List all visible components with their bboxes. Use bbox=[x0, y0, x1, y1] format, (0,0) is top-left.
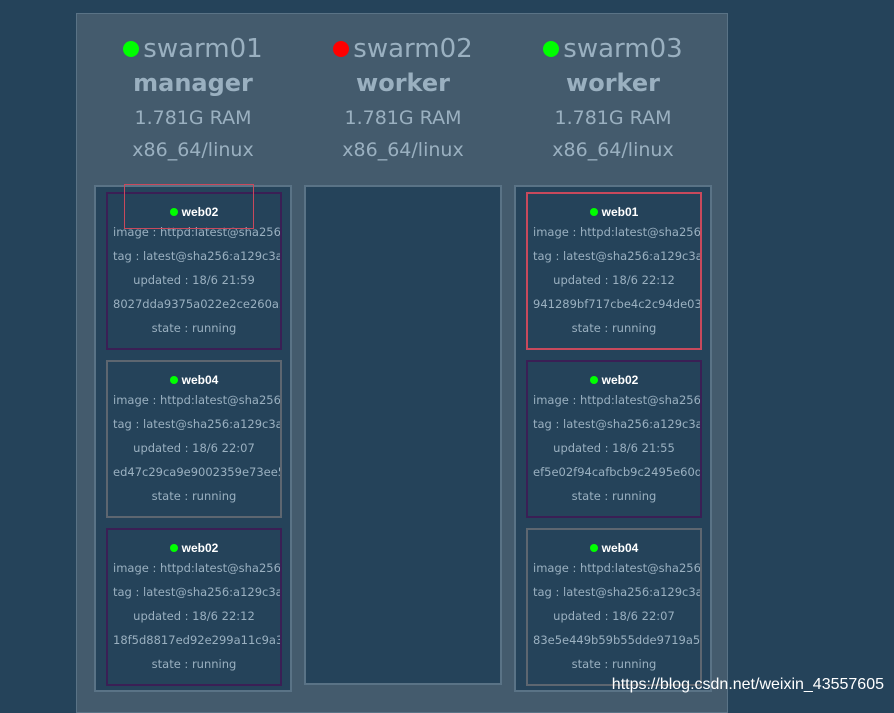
task-tag: tag : latest@sha256:a129c3a74 bbox=[113, 585, 282, 599]
task-card[interactable]: web04 image : httpd:latest@sha256:a tag … bbox=[526, 528, 702, 686]
watermark-url: https://blog.csdn.net/weixin_43557605 bbox=[611, 676, 884, 693]
task-updated: updated : 18/6 22:07 bbox=[553, 609, 675, 623]
node-role: worker bbox=[356, 69, 450, 97]
node-header-swarm01: swarm01 manager 1.781G RAM x86_64/linux bbox=[88, 32, 298, 161]
task-running-icon bbox=[169, 544, 178, 552]
task-name: web02 bbox=[601, 373, 639, 387]
status-online-icon bbox=[123, 41, 140, 57]
node-role: worker bbox=[566, 69, 660, 97]
node-name-row: swarm02 bbox=[298, 32, 508, 66]
task-image: image : httpd:latest@sha256:a bbox=[533, 561, 702, 575]
task-id: 83e5e449b59b55dde9719a5b7 bbox=[533, 633, 702, 647]
task-id: ed47c29ca9e9002359e73ee56 bbox=[113, 465, 282, 479]
task-updated: updated : 18/6 21:59 bbox=[133, 273, 255, 287]
task-card[interactable]: web01 image : httpd:latest@sha256:a tag … bbox=[526, 192, 702, 350]
task-title: web01 bbox=[528, 204, 700, 220]
task-updated: updated : 18/6 21:55 bbox=[553, 441, 675, 455]
task-running-icon bbox=[589, 544, 598, 552]
task-state: state : running bbox=[571, 321, 657, 335]
node-name-row: swarm01 bbox=[88, 32, 298, 66]
node-ram: 1.781G RAM bbox=[134, 107, 252, 129]
node-header-swarm03: swarm03 worker 1.781G RAM x86_64/linux bbox=[508, 32, 718, 161]
task-updated: updated : 18/6 22:07 bbox=[133, 441, 255, 455]
task-title: web04 bbox=[528, 540, 700, 556]
task-tag: tag : latest@sha256:a129c3a74 bbox=[533, 417, 702, 431]
task-name: web04 bbox=[181, 373, 219, 387]
task-name: web01 bbox=[601, 205, 639, 219]
node-ram: 1.781G RAM bbox=[554, 107, 672, 129]
task-title: web04 bbox=[108, 372, 280, 388]
node-name: swarm03 bbox=[563, 34, 683, 64]
task-state: state : running bbox=[571, 489, 657, 503]
node-tasks-column-swarm03: web01 image : httpd:latest@sha256:a tag … bbox=[514, 185, 712, 692]
task-running-icon bbox=[169, 376, 178, 384]
task-title: web02 bbox=[528, 372, 700, 388]
node-header-swarm02: swarm02 worker 1.781G RAM x86_64/linux bbox=[298, 32, 508, 161]
status-offline-icon bbox=[333, 41, 350, 57]
task-id: 8027dda9375a022e2ce260a39 bbox=[113, 297, 282, 311]
task-state: state : running bbox=[151, 489, 237, 503]
task-state: state : running bbox=[151, 657, 237, 671]
task-image: image : httpd:latest@sha256:a bbox=[113, 561, 282, 575]
node-ram: 1.781G RAM bbox=[344, 107, 462, 129]
task-tag: tag : latest@sha256:a129c3a74 bbox=[113, 417, 282, 431]
node-role: manager bbox=[133, 69, 253, 97]
task-id: ef5e02f94cafbcb9c2495e60d3 bbox=[533, 465, 702, 479]
task-name: web04 bbox=[601, 541, 639, 555]
task-image: image : httpd:latest@sha256:a bbox=[113, 393, 282, 407]
task-id: 941289bf717cbe4c2c94de03c5 bbox=[533, 297, 702, 311]
task-tag: tag : latest@sha256:a129c3a74 bbox=[533, 249, 702, 263]
node-name: swarm01 bbox=[143, 34, 263, 64]
swarm-cluster-panel: swarm01 manager 1.781G RAM x86_64/linux … bbox=[76, 13, 728, 713]
node-arch: x86_64/linux bbox=[552, 139, 674, 161]
node-arch: x86_64/linux bbox=[132, 139, 254, 161]
task-card[interactable]: web04 image : httpd:latest@sha256:a tag … bbox=[106, 360, 282, 518]
status-online-icon bbox=[543, 41, 560, 57]
task-title: web02 bbox=[108, 540, 280, 556]
task-image: image : httpd:latest@sha256:a bbox=[533, 225, 702, 239]
task-tag: tag : latest@sha256:a129c3a74 bbox=[533, 585, 702, 599]
task-id: 18f5d8817ed92e299a11c9a35 bbox=[113, 633, 282, 647]
task-card[interactable]: web02 image : httpd:latest@sha256:a tag … bbox=[106, 528, 282, 686]
node-name-row: swarm03 bbox=[508, 32, 718, 66]
selection-highlight-box bbox=[124, 184, 254, 229]
task-running-icon bbox=[589, 208, 598, 216]
task-updated: updated : 18/6 22:12 bbox=[553, 273, 675, 287]
task-card[interactable]: web02 image : httpd:latest@sha256:a tag … bbox=[526, 360, 702, 518]
task-state: state : running bbox=[571, 657, 657, 671]
node-tasks-column-swarm02 bbox=[304, 185, 502, 685]
task-running-icon bbox=[589, 376, 598, 384]
node-arch: x86_64/linux bbox=[342, 139, 464, 161]
task-updated: updated : 18/6 22:12 bbox=[133, 609, 255, 623]
task-image: image : httpd:latest@sha256:a bbox=[533, 393, 702, 407]
task-state: state : running bbox=[151, 321, 237, 335]
task-tag: tag : latest@sha256:a129c3a74 bbox=[113, 249, 282, 263]
task-name: web02 bbox=[181, 541, 219, 555]
node-tasks-column-swarm01: web02 image : httpd:latest@sha256:a tag … bbox=[94, 185, 292, 692]
node-name: swarm02 bbox=[353, 34, 473, 64]
